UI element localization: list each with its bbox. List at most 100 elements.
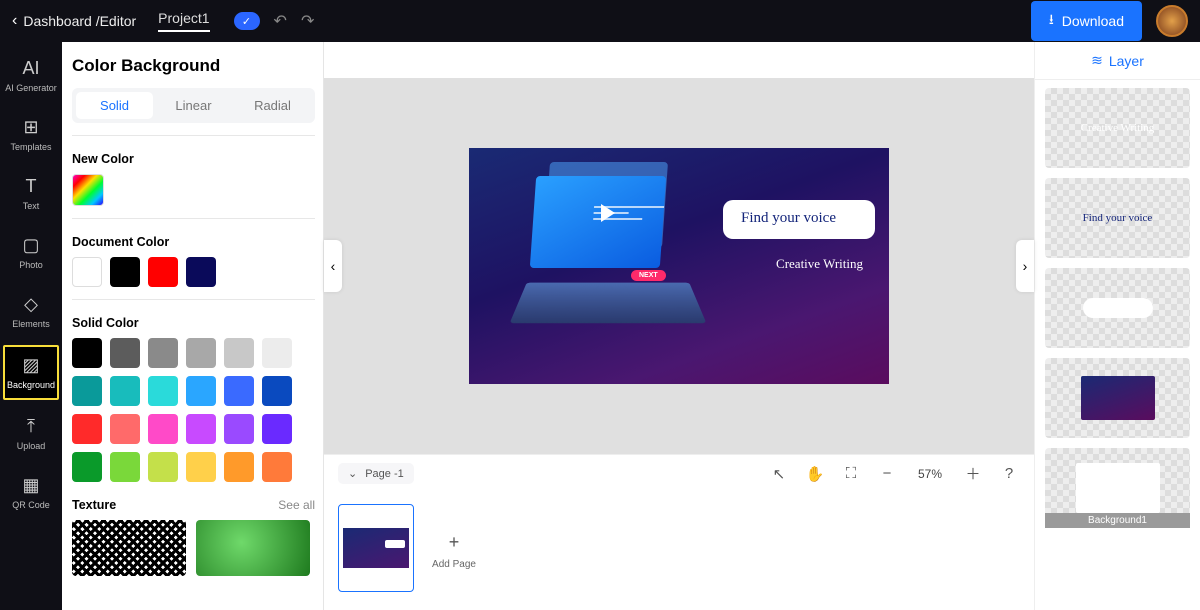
ai-icon: AI [22, 58, 39, 79]
upload-icon: ⤒ [27, 416, 35, 437]
tab-linear[interactable]: Linear [155, 92, 232, 119]
add-page-button[interactable]: + Add Page [426, 504, 482, 598]
background-panel: Color Background Solid Linear Radial New… [62, 42, 324, 610]
laptop-graphic: NEXT [489, 162, 749, 372]
color-picker-button[interactable] [72, 174, 104, 206]
canvas-toolbar: ⌄ Page -1 ↖ ✋ ⛶ − 57% ＋ ? [324, 454, 1034, 492]
page-thumbnails: + Add Page [324, 492, 1034, 610]
color-swatch[interactable] [72, 257, 102, 287]
nav-elements[interactable]: ◇Elements [3, 286, 59, 337]
color-swatch[interactable] [224, 452, 254, 482]
page-thumbnail[interactable] [338, 504, 414, 592]
color-swatch[interactable] [186, 452, 216, 482]
color-swatch[interactable] [224, 376, 254, 406]
canvas-area: ‹ › NEXT Find your voice Creative Writin… [324, 42, 1034, 610]
next-pill: NEXT [631, 270, 666, 281]
add-page-label: Add Page [432, 559, 476, 570]
sync-status-icon[interactable]: ✓ [234, 12, 260, 30]
slide-primary-text: Find your voice [741, 210, 857, 227]
color-swatch[interactable] [148, 338, 178, 368]
color-swatch[interactable] [72, 376, 102, 406]
color-swatch[interactable] [148, 414, 178, 444]
fit-screen-icon[interactable]: ⛶ [840, 465, 862, 482]
color-swatch[interactable] [148, 376, 178, 406]
nav-templates[interactable]: ⊞Templates [3, 109, 59, 160]
color-swatch[interactable] [110, 452, 140, 482]
zoom-in-icon[interactable]: ＋ [962, 463, 984, 484]
solid-color-label: Solid Color [72, 316, 315, 330]
color-swatch[interactable] [186, 376, 216, 406]
pointer-tool-icon[interactable]: ↖ [768, 465, 790, 483]
color-swatch[interactable] [262, 376, 292, 406]
zoom-level[interactable]: 57% [918, 467, 942, 481]
color-swatch[interactable] [110, 338, 140, 368]
top-bar: ‹ Dashboard /Editor Project1 ✓ ↶ ↷ ⭳ Dow… [0, 0, 1200, 42]
fill-type-tabs: Solid Linear Radial [72, 88, 315, 123]
download-icon: ⭳ [1049, 9, 1054, 33]
nav-upload[interactable]: ⤒Upload [3, 408, 59, 459]
nav-photo[interactable]: ▢Photo [3, 227, 59, 278]
color-swatch[interactable] [186, 338, 216, 368]
tab-solid[interactable]: Solid [76, 92, 153, 119]
slide[interactable]: NEXT Find your voice Creative Writing [469, 148, 889, 384]
project-name[interactable]: Project1 [158, 10, 209, 32]
breadcrumb[interactable]: Dashboard /Editor [23, 13, 136, 29]
canvas-background[interactable]: ‹ › NEXT Find your voice Creative Writin… [324, 42, 1034, 454]
layers-icon: ≋ [1091, 52, 1103, 69]
color-swatch[interactable] [148, 452, 178, 482]
nav-qrcode[interactable]: ▦QR Code [3, 467, 59, 518]
color-swatch[interactable] [224, 338, 254, 368]
nav-text[interactable]: TText [3, 168, 59, 219]
layer-item-text[interactable]: Find your voice [1045, 178, 1190, 258]
document-color-label: Document Color [72, 235, 315, 249]
color-swatch[interactable] [110, 257, 140, 287]
nav-ai-generator[interactable]: AIAI Generator [3, 50, 59, 101]
color-swatch[interactable] [224, 414, 254, 444]
new-color-label: New Color [72, 152, 315, 166]
layer-item-image[interactable] [1045, 358, 1190, 438]
texture-swatch[interactable] [196, 520, 310, 576]
layer-item-background[interactable]: Background1 [1045, 448, 1190, 528]
text-icon: T [26, 176, 37, 197]
photo-icon: ▢ [22, 235, 39, 256]
download-label: Download [1062, 13, 1124, 29]
redo-icon[interactable]: ↷ [301, 11, 314, 31]
color-swatch[interactable] [262, 338, 292, 368]
layer-item-text[interactable]: Creative Writing [1045, 88, 1190, 168]
color-swatch[interactable] [186, 414, 216, 444]
color-swatch[interactable] [72, 452, 102, 482]
page-selector[interactable]: ⌄ Page -1 [338, 463, 414, 484]
texture-label: Texture See all [72, 498, 315, 512]
texture-swatch[interactable] [72, 520, 186, 576]
color-swatch[interactable] [72, 414, 102, 444]
zoom-out-icon[interactable]: − [876, 465, 898, 482]
slide-text-card: Find your voice [723, 200, 875, 239]
undo-icon[interactable]: ↶ [274, 11, 287, 31]
layer-item-shape[interactable] [1045, 268, 1190, 348]
avatar[interactable] [1156, 5, 1188, 37]
play-icon [601, 204, 615, 222]
elements-icon: ◇ [24, 294, 38, 315]
color-swatch[interactable] [186, 257, 216, 287]
download-button[interactable]: ⭳ Download [1031, 1, 1142, 41]
layer-panel: ≋ Layer Creative Writing Find your voice… [1034, 42, 1200, 610]
prev-page-button[interactable]: ‹ [324, 240, 342, 292]
solid-color-swatches [72, 338, 315, 482]
panel-title: Color Background [72, 56, 315, 76]
color-swatch[interactable] [262, 452, 292, 482]
nav-background[interactable]: ▨Background [3, 345, 59, 400]
back-arrow-icon[interactable]: ‹ [12, 12, 17, 30]
document-color-swatches [72, 257, 315, 287]
color-swatch[interactable] [110, 376, 140, 406]
color-swatch[interactable] [262, 414, 292, 444]
layer-panel-header[interactable]: ≋ Layer [1035, 42, 1200, 80]
next-page-button[interactable]: › [1016, 240, 1034, 292]
color-swatch[interactable] [148, 257, 178, 287]
color-swatch[interactable] [110, 414, 140, 444]
help-icon[interactable]: ? [998, 465, 1020, 482]
templates-icon: ⊞ [23, 117, 38, 138]
see-all-link[interactable]: See all [278, 498, 315, 512]
tab-radial[interactable]: Radial [234, 92, 311, 119]
hand-tool-icon[interactable]: ✋ [804, 465, 826, 483]
color-swatch[interactable] [72, 338, 102, 368]
